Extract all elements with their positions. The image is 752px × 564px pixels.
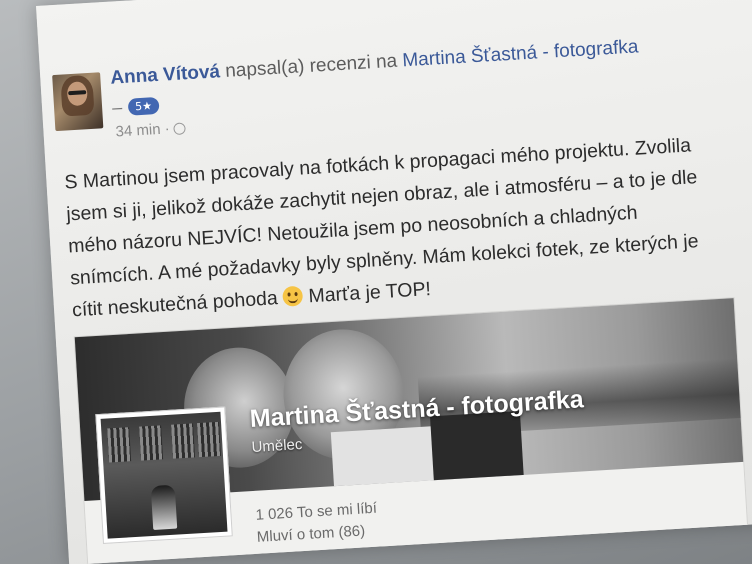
post-time[interactable]: 34 min · xyxy=(115,120,170,140)
review-text: S Martinou jsem pracovaly na fotkách k p… xyxy=(64,126,752,327)
action-text: napsal(a) recenzi na xyxy=(224,50,398,82)
smiley-icon xyxy=(282,285,304,307)
screen-photo: Anna Vítová napsal(a) recenzi na Martina… xyxy=(0,0,752,564)
post-header: Anna Vítová napsal(a) recenzi na Martina… xyxy=(110,36,639,89)
review-line-end: Marťa je TOP! xyxy=(307,278,432,308)
page-stats: 1 026 To se mi líbí Mluví o tom (86) xyxy=(255,498,379,549)
page-profile-picture[interactable] xyxy=(95,406,233,544)
page-preview-card[interactable]: Martina Šťastná - fotografka Umělec 1 02… xyxy=(73,297,750,564)
author-link[interactable]: Anna Vítová xyxy=(110,61,221,88)
rating-line: – 5★ xyxy=(112,95,160,119)
review-post: Anna Vítová napsal(a) recenzi na Martina… xyxy=(36,0,752,564)
rating-badge[interactable]: 5★ xyxy=(127,96,160,116)
review-line-start: cítit neskutečná pohoda xyxy=(71,287,279,322)
rating-dash: – xyxy=(111,97,123,118)
page-category: Umělec xyxy=(251,435,303,456)
globe-icon xyxy=(173,121,187,135)
post-meta: 34 min · xyxy=(115,119,187,140)
avatar[interactable] xyxy=(52,72,104,132)
page-link[interactable]: Martina Šťastná - fotografka xyxy=(402,36,639,71)
